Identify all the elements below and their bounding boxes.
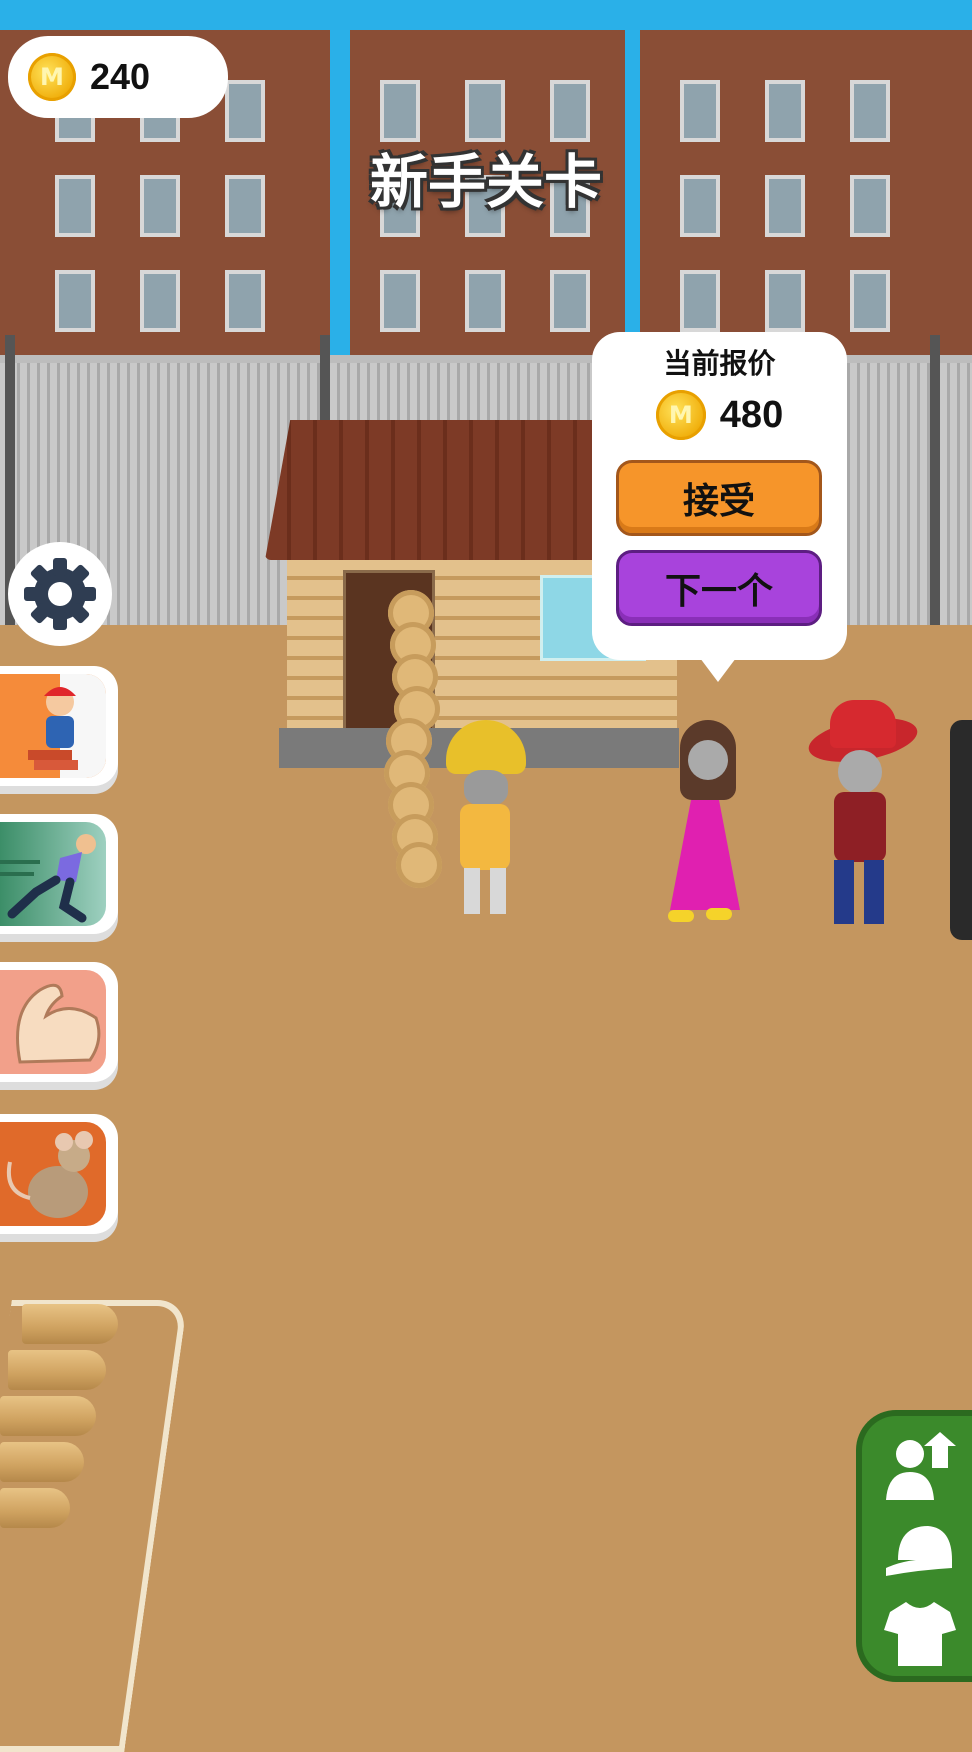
skill-card-strength[interactable]	[0, 962, 118, 1082]
offer-price: 480	[719, 393, 784, 436]
stored-log	[8, 1350, 106, 1390]
coin-balance-pill: M 240	[8, 36, 228, 118]
offer-price-row: M 480	[592, 390, 847, 440]
stored-log	[22, 1304, 118, 1344]
runner-icon	[0, 834, 96, 923]
customer-man-red-hat	[805, 700, 921, 940]
character-upgrade-button[interactable]	[882, 1432, 958, 1502]
offer-title: 当前报价	[663, 347, 776, 380]
player-worker-character	[440, 720, 530, 920]
shirt-shop-button[interactable]	[882, 1598, 958, 1668]
shirt-icon	[884, 1602, 956, 1666]
level-title: 新手关卡	[369, 148, 602, 216]
hard-hat	[446, 720, 526, 774]
fence-post	[930, 335, 940, 625]
customization-panel	[856, 1410, 972, 1682]
coin-icon: M	[655, 390, 706, 440]
coin-symbol: M	[40, 63, 64, 91]
safety-vest	[460, 804, 510, 870]
cap-icon	[886, 1526, 952, 1576]
character-upgrade-icon	[886, 1432, 956, 1500]
muscle-arm-icon	[16, 983, 101, 1064]
accept-button[interactable]: 接受	[616, 460, 822, 536]
gear-icon	[24, 558, 96, 630]
customer-partial-right	[950, 720, 972, 940]
coin-icon: M	[28, 53, 76, 101]
stored-log	[0, 1442, 84, 1482]
next-button[interactable]: 下一个	[616, 550, 822, 626]
hat-shop-button[interactable]	[882, 1516, 958, 1586]
skill-card-mouse[interactable]	[0, 1114, 118, 1234]
coin-symbol: M	[668, 401, 693, 429]
stored-log	[0, 1396, 96, 1436]
skill-card-bricklayer[interactable]	[0, 666, 118, 786]
settings-button[interactable]	[8, 542, 112, 646]
offer-bubble: 当前报价 M 480 接受 下一个	[592, 332, 847, 682]
skill-card-runner[interactable]	[0, 814, 118, 934]
customer-woman-pink-dress	[660, 720, 750, 930]
stored-log	[0, 1488, 70, 1528]
mouse-icon	[7, 1131, 93, 1218]
coin-balance: 240	[90, 56, 151, 97]
bricklayer-icon	[28, 674, 106, 778]
